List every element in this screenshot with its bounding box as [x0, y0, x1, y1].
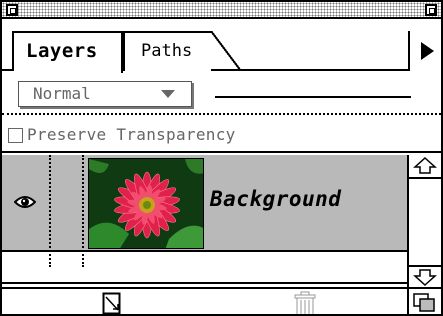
layer-visibility-toggle[interactable]: [2, 155, 49, 252]
tab-row: Layers Paths: [2, 21, 441, 73]
tab-layers[interactable]: Layers: [12, 31, 123, 73]
blend-mode-select[interactable]: Normal: [18, 81, 192, 107]
layer-thumbnail[interactable]: [88, 158, 204, 249]
zoom-box-icon[interactable]: [425, 4, 437, 16]
opacity-slider[interactable]: [215, 96, 411, 98]
layer-row[interactable]: Background: [2, 155, 407, 252]
preserve-transparency-checkbox[interactable]: [8, 128, 23, 143]
chevron-down-icon: [161, 90, 175, 98]
new-layer-button[interactable]: [102, 292, 123, 314]
blend-mode-value: Normal: [33, 84, 91, 103]
column-divider: [82, 155, 84, 267]
palette-title-bar[interactable]: [2, 2, 441, 19]
preserve-transparency-label: Preserve Transparency: [27, 125, 236, 144]
layer-link-cell[interactable]: [51, 155, 82, 252]
delete-layer-button[interactable]: [292, 291, 318, 314]
panel-menu-arrow-icon: [421, 42, 434, 60]
layer-name: Background: [210, 187, 342, 211]
palette-footer: [2, 287, 441, 314]
flower-thumbnail-image: [89, 159, 203, 248]
grow-box[interactable]: [407, 289, 441, 314]
tab-paths[interactable]: Paths: [123, 31, 241, 71]
scroll-up-button[interactable]: [409, 155, 441, 177]
layer-list-empty-row: [2, 254, 407, 284]
layer-list: Background: [2, 155, 407, 284]
layer-list-scrollbar[interactable]: [407, 155, 441, 287]
eye-icon: [14, 196, 36, 208]
layers-palette: Layers Paths Normal Preserve Transparenc…: [0, 0, 443, 316]
new-layer-icon: [102, 292, 121, 314]
preserve-transparency-row: Preserve Transparency: [2, 117, 441, 153]
scroll-up-arrow-icon: [413, 156, 437, 174]
panel-menu-button[interactable]: [408, 31, 441, 71]
column-divider: [49, 155, 51, 267]
trash-icon: [294, 291, 316, 314]
tab-paths-label: Paths: [141, 41, 193, 61]
scroll-track[interactable]: [409, 177, 441, 265]
tab-layers-label: Layers: [26, 40, 98, 62]
scroll-down-button[interactable]: [409, 265, 441, 287]
scroll-down-arrow-icon: [413, 269, 437, 287]
close-box-icon[interactable]: [6, 4, 18, 16]
grow-box-icon: [413, 293, 435, 312]
blend-mode-row: Normal: [2, 73, 441, 115]
